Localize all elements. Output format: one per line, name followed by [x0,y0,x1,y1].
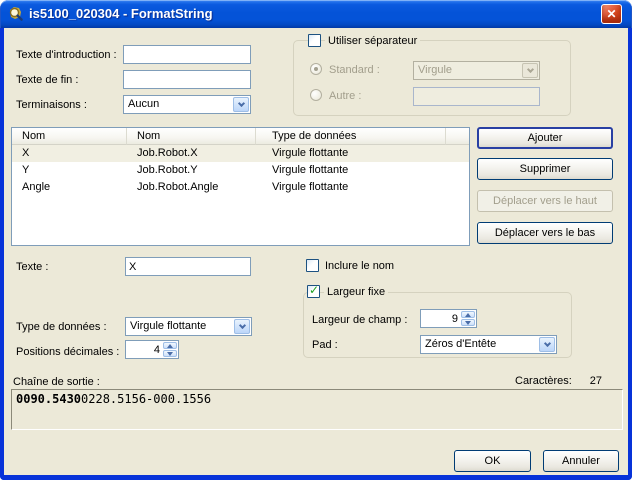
ok-button[interactable]: OK [454,450,531,472]
end-text-label: Texte de fin : [16,74,78,87]
field-width-spinner[interactable] [420,309,477,328]
terminations-select[interactable]: Aucun [123,95,251,114]
window-title: is5100_020304 - FormatString [29,6,213,21]
use-separator-checkbox[interactable] [308,34,321,47]
chevron-down-icon[interactable] [539,337,555,352]
output-string-label: Chaîne de sortie : [13,376,100,389]
list-body: XJob.Robot.XVirgule flottanteYJob.Robot.… [12,145,469,196]
other-radio[interactable] [310,89,322,101]
add-button[interactable]: Ajouter [477,127,613,149]
characters-label: Caractères: [515,375,572,388]
cell-name: X [12,145,127,162]
fixed-width-checkbox[interactable]: ✓ [307,285,320,298]
cancel-button[interactable]: Annuler [543,450,619,472]
text-input[interactable] [125,257,251,276]
text-label: Texte : [16,261,48,274]
pad-label: Pad : [312,339,338,352]
move-up-button: Déplacer vers le haut [477,190,613,212]
list-row[interactable]: XJob.Robot.XVirgule flottante [12,145,469,162]
cell-name: Angle [12,179,127,196]
cell-path: Job.Robot.Angle [127,179,256,196]
pad-value: Zéros d'Entête [425,338,536,350]
output-string-box[interactable]: 0090.54300228.5156-000.1556 [11,389,623,430]
use-separator-label: Utiliser séparateur [325,35,420,48]
other-separator-input [413,87,540,106]
standard-label: Standard : [329,64,380,77]
cell-name: Y [12,162,127,179]
magnifier-icon [8,6,24,22]
intro-text-input[interactable] [123,45,251,64]
decimals-input[interactable] [126,341,163,358]
column-header-2[interactable]: Type de données [256,128,446,145]
spin-up-icon[interactable] [461,311,475,318]
spin-down-icon[interactable] [461,319,475,326]
standard-radio[interactable] [310,63,322,75]
fixed-width-label: Largeur fixe [324,286,388,299]
close-icon: ✕ [606,7,616,21]
list-row[interactable]: AngleJob.Robot.AngleVirgule flottante [12,179,469,196]
cell-type: Virgule flottante [256,179,446,196]
field-width-label: Largeur de champ : [312,314,407,327]
column-header-0[interactable]: Nom [12,128,127,145]
check-icon: ✓ [309,283,319,297]
intro-text-label: Texte d'introduction : [16,49,117,62]
dialog-window: is5100_020304 - FormatString ✕ Texte d'i… [0,0,632,480]
standard-separator-select: Virgule [413,61,540,80]
list-row[interactable]: YJob.Robot.YVirgule flottante [12,162,469,179]
output-bold-text: 0090.5430 [16,392,81,406]
data-type-value: Virgule flottante [130,320,231,332]
variables-list[interactable]: NomNomType de données XJob.Robot.XVirgul… [11,127,470,246]
decimals-label: Positions décimales : [16,346,119,359]
cell-path: Job.Robot.X [127,145,256,162]
other-label: Autre : [329,90,361,103]
output-rest-text: 0228.5156-000.1556 [81,392,211,406]
spin-down-icon[interactable] [163,350,177,357]
data-type-label: Type de données : [16,321,107,334]
title-bar[interactable]: is5100_020304 - FormatString ✕ [0,0,632,28]
column-header-1[interactable]: Nom [127,128,256,145]
decimals-spinner[interactable] [125,340,179,359]
chevron-down-icon[interactable] [234,319,250,334]
data-type-select[interactable]: Virgule flottante [125,317,252,336]
chevron-down-icon [522,63,538,78]
cell-path: Job.Robot.Y [127,162,256,179]
terminations-label: Terminaisons : [16,99,87,112]
end-text-input[interactable] [123,70,251,89]
standard-separator-value: Virgule [418,64,519,76]
move-down-button[interactable]: Déplacer vers le bas [477,222,613,244]
include-name-label: Inclure le nom [325,260,394,273]
cell-type: Virgule flottante [256,145,446,162]
chevron-down-icon[interactable] [233,97,249,112]
list-header: NomNomType de données [12,128,469,145]
field-width-input[interactable] [421,310,461,327]
include-name-checkbox[interactable] [306,259,319,272]
column-header-filler [446,128,469,145]
pad-select[interactable]: Zéros d'Entête [420,335,557,354]
close-button[interactable]: ✕ [601,4,622,24]
cell-type: Virgule flottante [256,162,446,179]
characters-count: 27 [570,375,602,388]
spin-up-icon[interactable] [163,342,177,349]
terminations-value: Aucun [128,98,230,110]
remove-button[interactable]: Supprimer [477,158,613,180]
